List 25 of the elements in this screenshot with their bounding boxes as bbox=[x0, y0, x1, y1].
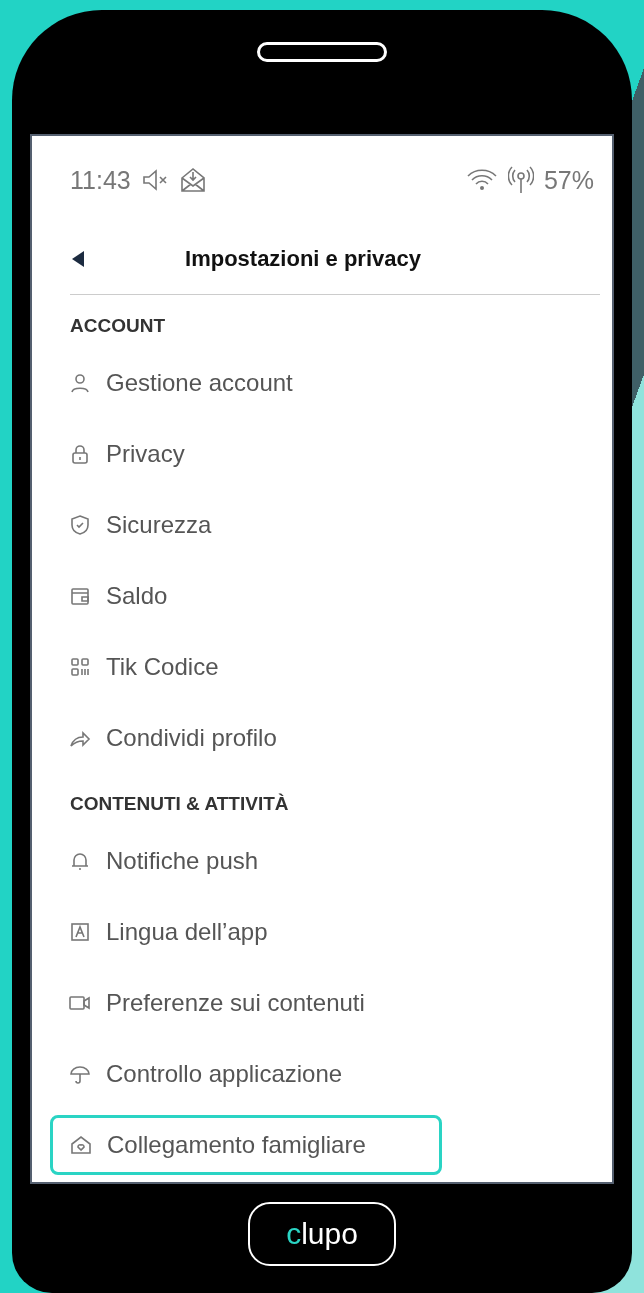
shield-icon bbox=[68, 512, 92, 537]
mute-icon bbox=[140, 168, 169, 192]
menu-item[interactable]: Condividi profilo bbox=[106, 723, 277, 752]
section-heading: ACCOUNT bbox=[69, 314, 166, 338]
menu-item[interactable]: Preferenze sui contenuti bbox=[106, 988, 365, 1017]
menu-item[interactable]: Tik Codice bbox=[106, 652, 219, 681]
mail-icon bbox=[178, 166, 207, 194]
menu-item[interactable]: Privacy bbox=[106, 439, 185, 468]
menu-item-label: Collegamento famigliare bbox=[107, 1131, 366, 1159]
page-title: Impostazioni e privacy bbox=[184, 246, 422, 272]
signal-tower-icon bbox=[507, 166, 534, 194]
menu-item[interactable]: Controllo applicazione bbox=[106, 1059, 343, 1088]
back-icon[interactable] bbox=[72, 251, 84, 267]
section-heading: CONTENUTI & ATTIVITÀ bbox=[69, 792, 290, 816]
home-button[interactable]: clupo bbox=[248, 1202, 396, 1266]
menu-item[interactable]: Gestione account bbox=[106, 368, 293, 397]
wifi-icon bbox=[465, 168, 498, 192]
menu-item[interactable]: Lingua dell’app bbox=[106, 917, 268, 946]
highlighted-menu-item[interactable]: Collegamento famigliare bbox=[50, 1115, 442, 1175]
menu-item[interactable]: Saldo bbox=[106, 581, 168, 610]
battery-percentage: 57% bbox=[543, 165, 594, 195]
status-time: 11:43 bbox=[70, 165, 131, 195]
menu-item[interactable]: Notifiche push bbox=[106, 846, 259, 875]
house-icon bbox=[69, 1133, 93, 1157]
menu-item[interactable]: Sicurezza bbox=[106, 510, 212, 539]
